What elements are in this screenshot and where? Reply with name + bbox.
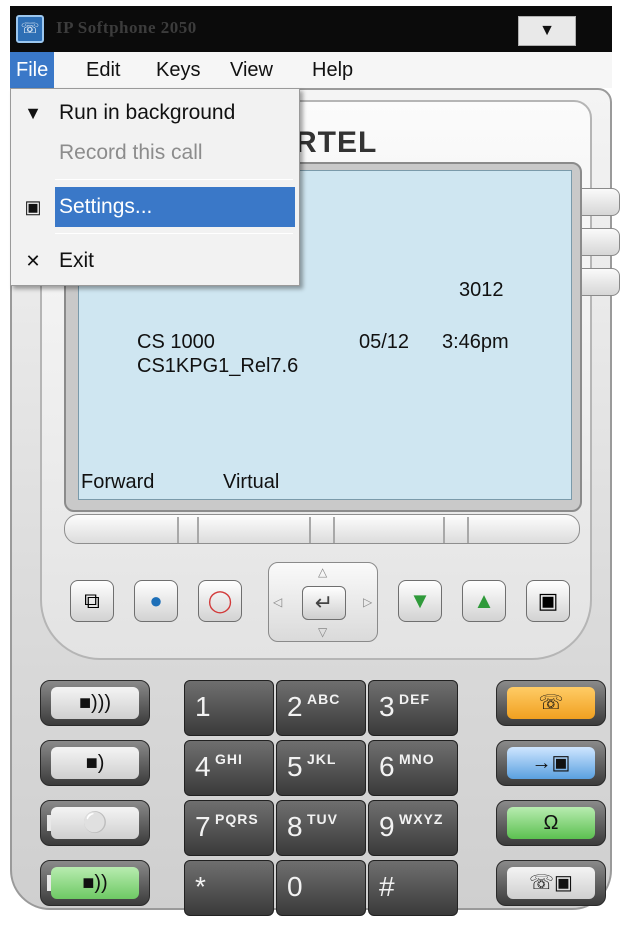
menu-edit[interactable]: Edit: [80, 52, 126, 88]
lcd-time: 3:46pm: [442, 331, 509, 353]
menu-item-record-this-call: Record this call: [59, 141, 203, 164]
menu-bar: File Edit Keys View Help: [10, 52, 612, 88]
handsfree-button[interactable]: ■)): [40, 860, 150, 906]
mute-button[interactable]: ⚪: [40, 800, 150, 846]
dial-key-1[interactable]: 1: [184, 680, 274, 736]
menu-item-exit[interactable]: ✕ Exit: [11, 241, 299, 281]
soft-key-strip[interactable]: [64, 514, 580, 544]
lcd-softkey-virtual: Virtual: [223, 471, 280, 493]
speaker-volume-up-button[interactable]: ■))): [40, 680, 150, 726]
lcd-release: CS1KPG1_Rel7.6: [137, 355, 299, 377]
transfer-icon: →▣: [507, 747, 595, 779]
dial-key-star[interactable]: *: [184, 860, 274, 916]
release-button[interactable]: ☏: [496, 680, 606, 726]
stop-icon[interactable]: ◯: [198, 580, 242, 622]
dial-key-8[interactable]: 8 TUV: [276, 800, 366, 856]
speaker-soft-icon: ■): [51, 747, 139, 779]
dial-key-4[interactable]: 4 GHI: [184, 740, 274, 796]
globe-icon[interactable]: ●: [134, 580, 178, 622]
dial-key-0[interactable]: 0: [276, 860, 366, 916]
lcd-extension: 3012: [459, 279, 504, 301]
menu-help[interactable]: Help: [306, 52, 359, 88]
close-icon: ✕: [25, 251, 41, 271]
window-title: IP Softphone 2050: [56, 18, 197, 37]
enter-icon[interactable]: ↵: [302, 586, 346, 620]
softphone-icon: ☏: [16, 15, 44, 43]
phone-handset-icon: ☏▣: [507, 867, 595, 899]
dial-key-2[interactable]: 2 ABC: [276, 680, 366, 736]
outbox-icon[interactable]: ▲: [462, 580, 506, 622]
brand-logo: RTEL: [295, 126, 378, 159]
goodbye-button[interactable]: ☏▣: [496, 860, 606, 906]
title-dropdown-button[interactable]: ▼: [518, 16, 576, 46]
book-icon[interactable]: ▣: [526, 580, 570, 622]
nav-down-icon[interactable]: ▽: [318, 625, 327, 639]
menu-file[interactable]: File: [10, 52, 55, 88]
dial-key-5[interactable]: 5 JKL: [276, 740, 366, 796]
lcd-date: 05/12: [359, 331, 410, 353]
headset-icon: Ω: [507, 807, 595, 839]
nav-right-icon[interactable]: ▷: [363, 595, 372, 609]
file-menu-dropdown: ▼ Run in background Record this call ▣ S…: [10, 88, 300, 286]
inbox-icon[interactable]: ▼: [398, 580, 442, 622]
nav-up-icon[interactable]: △: [318, 565, 327, 579]
dial-key-3[interactable]: 3 DEF: [368, 680, 458, 736]
menu-keys[interactable]: Keys: [150, 52, 206, 88]
title-bar: ☏ IP Softphone 2050 ▼: [10, 6, 612, 52]
dial-key-7[interactable]: 7 PQRS: [184, 800, 274, 856]
menu-view[interactable]: View: [224, 52, 279, 88]
transfer-button[interactable]: →▣: [496, 740, 606, 786]
nav-left-icon[interactable]: ◁: [273, 595, 282, 609]
dial-key-hash[interactable]: #: [368, 860, 458, 916]
hangup-icon: ☏: [507, 687, 595, 719]
mute-icon: ⚪: [51, 807, 139, 839]
speaker-volume-down-button[interactable]: ■): [40, 740, 150, 786]
lcd-system: CS 1000: [137, 331, 215, 353]
handsfree-icon: ■)): [51, 867, 139, 899]
speaker-loud-icon: ■))): [51, 687, 139, 719]
copy-icon[interactable]: ⧉: [70, 580, 114, 622]
headset-button[interactable]: Ω: [496, 800, 606, 846]
minimize-icon: ▼: [24, 103, 42, 123]
lcd-softkey-forward: Forward: [81, 471, 155, 493]
menu-item-run-in-background[interactable]: ▼ Run in background: [11, 93, 299, 133]
dial-key-6[interactable]: 6 MNO: [368, 740, 458, 796]
dial-key-9[interactable]: 9 WXYZ: [368, 800, 458, 856]
settings-icon: ▣: [24, 197, 42, 217]
menu-item-settings[interactable]: ▣ Settings...: [11, 187, 299, 227]
